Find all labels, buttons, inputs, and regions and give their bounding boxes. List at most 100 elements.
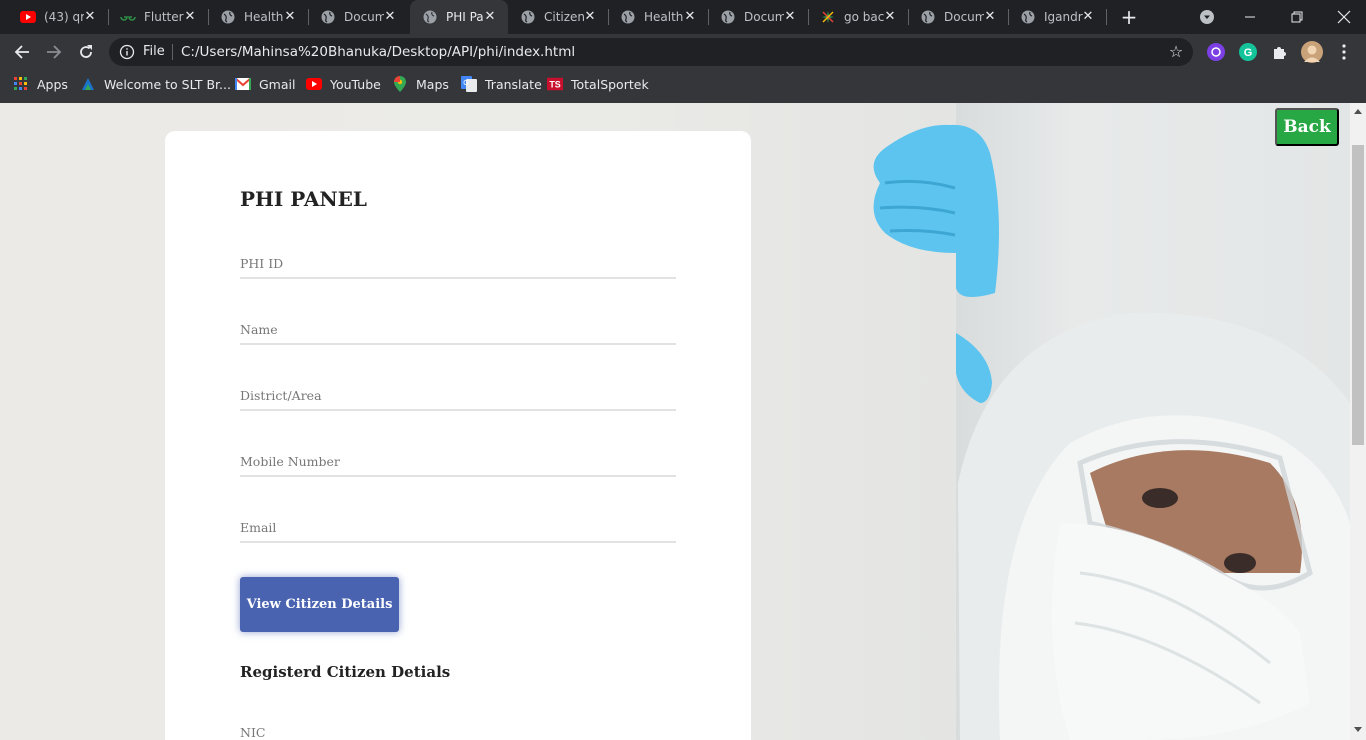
tab[interactable]: Health ✕ bbox=[208, 0, 308, 34]
bookmark-label: YouTube bbox=[330, 76, 381, 92]
geeksforgeeks-icon bbox=[120, 9, 136, 25]
tab-title: Igandr bbox=[1044, 10, 1083, 24]
url-text[interactable]: C:/Users/Mahinsa%20Bhanuka/Desktop/API/p… bbox=[181, 44, 575, 60]
name-input[interactable] bbox=[240, 315, 676, 343]
minimize-icon[interactable] bbox=[1239, 6, 1261, 28]
svg-text:G: G bbox=[463, 80, 468, 87]
health-worker-illustration bbox=[873, 124, 1350, 740]
phi-id-field[interactable] bbox=[240, 249, 676, 279]
globe-icon bbox=[1020, 9, 1036, 25]
close-icon[interactable]: ✕ bbox=[682, 9, 698, 25]
phi-id-input[interactable] bbox=[240, 249, 676, 277]
globe-icon bbox=[422, 9, 438, 25]
tab-title: Docum bbox=[344, 10, 384, 24]
forward-arrow-icon[interactable] bbox=[42, 40, 66, 64]
avatar[interactable] bbox=[1301, 41, 1323, 63]
tab-search-button[interactable] bbox=[1196, 6, 1218, 28]
back-arrow-icon[interactable] bbox=[10, 40, 34, 64]
maps-pin-icon bbox=[392, 76, 408, 92]
grammarly-icon[interactable]: G bbox=[1239, 43, 1257, 61]
menu-kebab-icon[interactable] bbox=[1332, 40, 1356, 64]
tab-title: Docum bbox=[944, 10, 984, 24]
tab-title: go bac bbox=[844, 10, 884, 24]
district-area-input[interactable] bbox=[240, 381, 676, 409]
tab[interactable]: Citizen ✕ bbox=[508, 0, 608, 34]
page-content: Back PHI PANEL View Citizen Details Regi… bbox=[0, 103, 1350, 740]
scrollbar-thumb[interactable] bbox=[1352, 145, 1364, 445]
bookmark-totalsportek[interactable]: TS TotalSportek bbox=[547, 75, 649, 93]
mobile-number-input[interactable] bbox=[240, 447, 676, 475]
bookmark-label: Translate bbox=[485, 76, 542, 92]
bookmark-label: Maps bbox=[416, 76, 449, 92]
bookmark-label: Gmail bbox=[259, 76, 296, 92]
tab[interactable]: go bac ✕ bbox=[808, 0, 908, 34]
bookmark-label: Apps bbox=[37, 76, 68, 92]
tab-title: (43) qr bbox=[44, 10, 84, 24]
bookmark-slt[interactable]: Welcome to SLT Br... bbox=[80, 75, 231, 93]
info-icon[interactable] bbox=[119, 44, 135, 60]
scroll-down-arrow-icon[interactable] bbox=[1354, 727, 1362, 732]
mobile-number-field[interactable] bbox=[240, 447, 676, 477]
apps-grid-icon bbox=[13, 76, 29, 92]
extension-purple-icon[interactable] bbox=[1207, 43, 1225, 61]
tab[interactable]: Flutter ✕ bbox=[108, 0, 208, 34]
close-icon[interactable]: ✕ bbox=[482, 9, 498, 25]
youtube-icon bbox=[20, 9, 36, 25]
back-button[interactable]: Back bbox=[1275, 108, 1339, 146]
ts-icon: TS bbox=[547, 76, 563, 92]
restore-icon[interactable] bbox=[1286, 6, 1308, 28]
bookmark-label: TotalSportek bbox=[571, 76, 649, 92]
tab-title: Flutter bbox=[144, 10, 184, 24]
tab[interactable]: Docum ✕ bbox=[708, 0, 808, 34]
tab-title: Citizen bbox=[544, 10, 584, 24]
tab-title: Health bbox=[244, 10, 284, 24]
bookmark-gmail[interactable]: Gmail bbox=[235, 75, 295, 93]
tab[interactable]: Docum ✕ bbox=[908, 0, 1008, 34]
tab[interactable]: (43) qr ✕ bbox=[8, 0, 108, 34]
bookmark-youtube[interactable]: YouTube bbox=[306, 75, 381, 93]
globe-icon bbox=[720, 9, 736, 25]
close-icon[interactable]: ✕ bbox=[582, 9, 598, 25]
translate-icon: G bbox=[461, 76, 477, 92]
bookmark-translate[interactable]: G Translate bbox=[461, 75, 542, 93]
email-input[interactable] bbox=[240, 513, 676, 541]
registered-citizen-title: Registerd Citizen Detials bbox=[240, 663, 451, 681]
bookmarks-bar: Apps Welcome to SLT Br... Gmail YouTube … bbox=[0, 70, 1366, 98]
globe-icon bbox=[320, 9, 336, 25]
extensions-puzzle-icon[interactable] bbox=[1271, 43, 1289, 61]
close-icon[interactable]: ✕ bbox=[1080, 9, 1096, 25]
close-icon[interactable]: ✕ bbox=[382, 9, 398, 25]
bookmark-apps[interactable]: Apps bbox=[13, 75, 68, 93]
reload-icon[interactable] bbox=[74, 40, 98, 64]
close-icon[interactable]: ✕ bbox=[182, 9, 198, 25]
close-window-icon[interactable] bbox=[1333, 6, 1355, 28]
address-bar[interactable]: File C:/Users/Mahinsa%20Bhanuka/Desktop/… bbox=[109, 38, 1193, 66]
tab[interactable]: Igandr ✕ bbox=[1008, 0, 1106, 34]
star-burst-icon bbox=[820, 9, 836, 25]
tab-active[interactable]: PHI Pa ✕ bbox=[410, 0, 508, 34]
tab[interactable]: Health ✕ bbox=[608, 0, 708, 34]
bookmark-label: Welcome to SLT Br... bbox=[104, 76, 231, 92]
slt-icon bbox=[80, 76, 96, 92]
tab-title: Docum bbox=[744, 10, 784, 24]
close-icon[interactable]: ✕ bbox=[882, 9, 898, 25]
close-icon[interactable]: ✕ bbox=[982, 9, 998, 25]
tab-title: Health bbox=[644, 10, 684, 24]
bookmark-maps[interactable]: Maps bbox=[392, 75, 449, 93]
bookmark-star-icon[interactable]: ☆ bbox=[1167, 43, 1185, 61]
new-tab-button[interactable]: + bbox=[1119, 7, 1139, 27]
page-scrollbar[interactable] bbox=[1350, 103, 1366, 740]
close-icon[interactable]: ✕ bbox=[82, 9, 98, 25]
close-icon[interactable]: ✕ bbox=[782, 9, 798, 25]
view-citizen-details-button[interactable]: View Citizen Details bbox=[240, 577, 399, 632]
tab-separator bbox=[1106, 9, 1107, 25]
name-field[interactable] bbox=[240, 315, 676, 345]
tab-title: PHI Pa bbox=[446, 10, 484, 24]
nic-label: NIC bbox=[240, 725, 266, 740]
tab[interactable]: Docum ✕ bbox=[308, 0, 408, 34]
email-field[interactable] bbox=[240, 513, 676, 543]
close-icon[interactable]: ✕ bbox=[282, 9, 298, 25]
district-area-field[interactable] bbox=[240, 381, 676, 411]
scroll-up-arrow-icon[interactable] bbox=[1354, 109, 1362, 114]
globe-icon bbox=[920, 9, 936, 25]
